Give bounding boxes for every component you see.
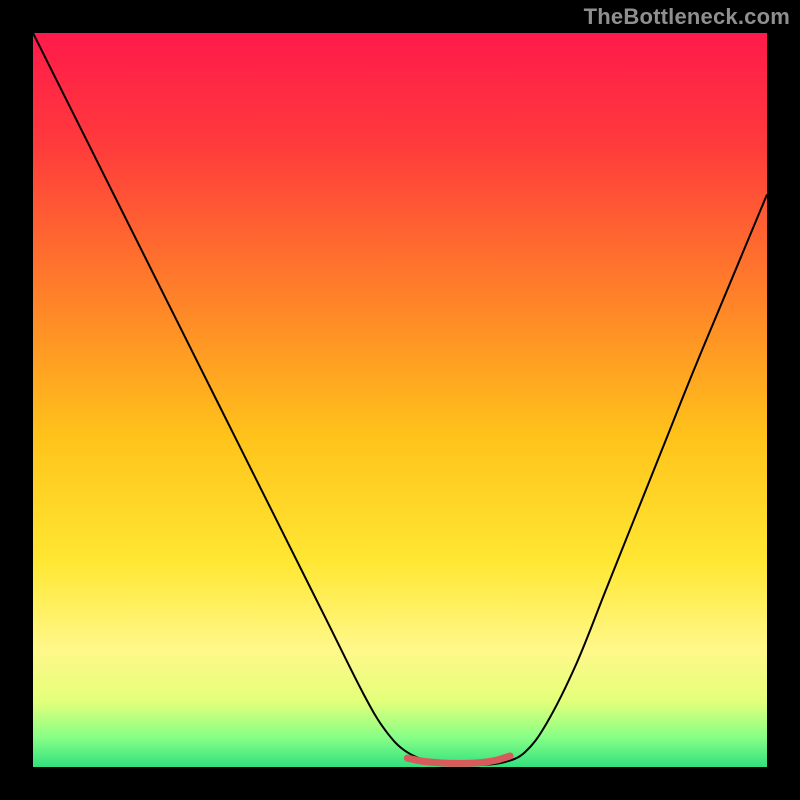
plot-area: [33, 33, 767, 767]
curve-layer: [33, 33, 767, 767]
flat-zone-marker: [407, 756, 510, 763]
chart-frame: TheBottleneck.com: [0, 0, 800, 800]
bottleneck-curve: [33, 33, 767, 765]
watermark-text: TheBottleneck.com: [584, 4, 790, 30]
